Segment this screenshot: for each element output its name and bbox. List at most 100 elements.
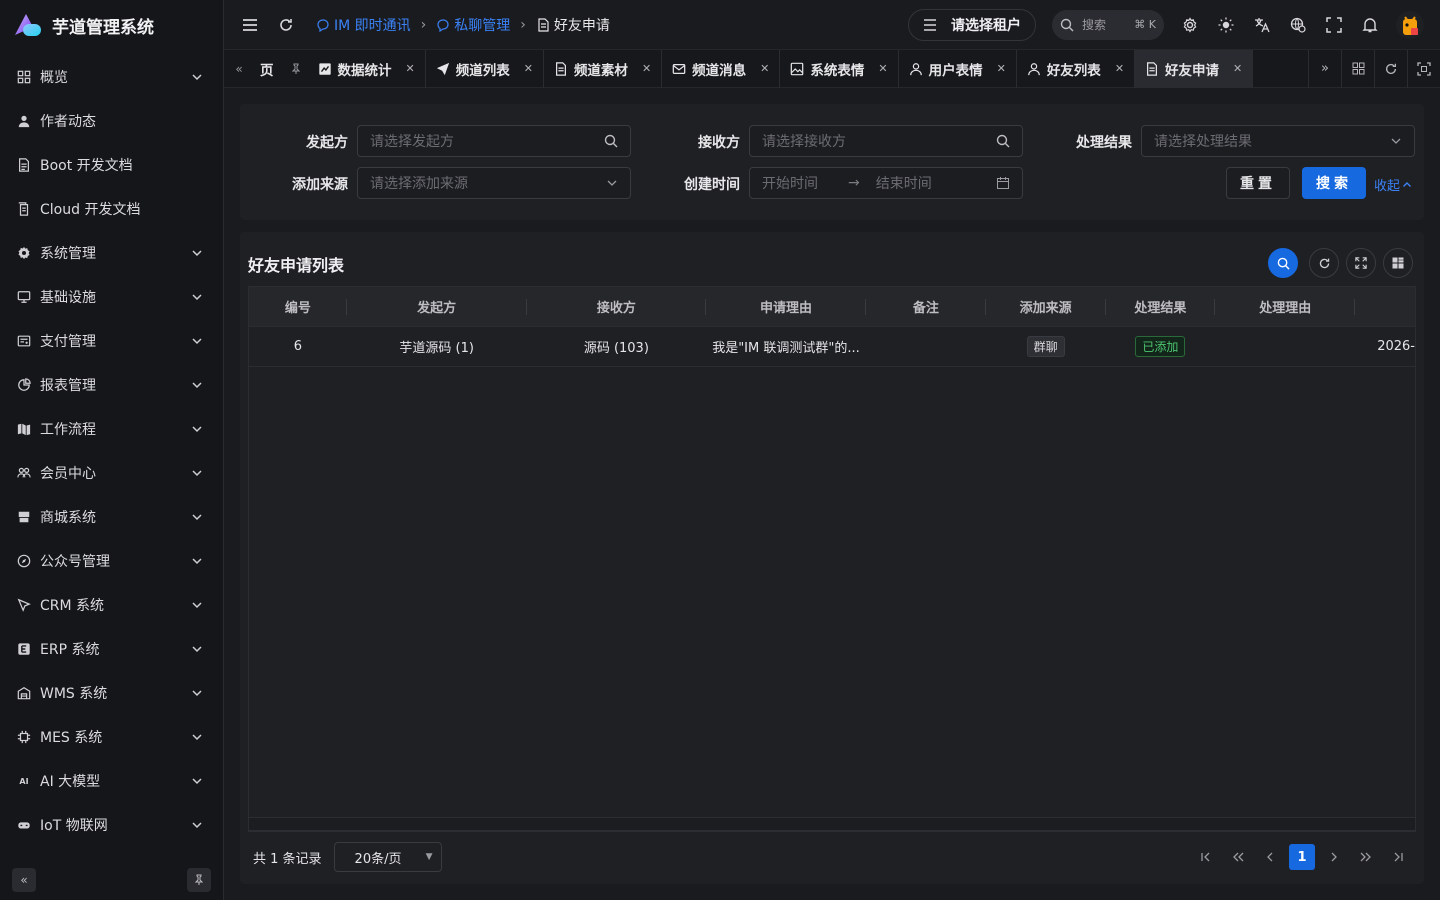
jump-forward-icon[interactable] [1350, 844, 1382, 870]
sidebar-item[interactable]: MES 系统 [0, 715, 223, 759]
close-icon[interactable]: ✕ [997, 62, 1006, 75]
start-time-placeholder[interactable]: 开始时间 [762, 173, 818, 193]
sidebar-item[interactable]: Cloud 开发文档 [0, 187, 223, 231]
settings-icon[interactable] [1180, 15, 1200, 35]
sidebar-item[interactable]: CRM 系统 [0, 583, 223, 627]
close-icon[interactable]: ✕ [406, 62, 415, 75]
column-settings-button[interactable] [1383, 248, 1413, 278]
global-search[interactable]: 搜索 ⌘ K [1052, 9, 1164, 40]
pagination: 1 [1190, 844, 1414, 870]
timezone-icon[interactable] [1288, 15, 1308, 35]
chevron-down-icon [191, 775, 203, 787]
tab-partial[interactable]: 页 [254, 50, 308, 88]
sidebar-item[interactable]: WMS 系统 [0, 671, 223, 715]
filter-panel: 发起方 请选择发起方 接收方 请选择接收方 处理结果 请选择处理结果 添加来源 … [240, 104, 1424, 220]
close-icon[interactable]: ✕ [524, 62, 533, 75]
pagination-summary: 共 1 条记录 20条/页 ▼ [253, 842, 442, 872]
mail-icon [672, 62, 686, 76]
theme-toggle-icon[interactable] [1216, 15, 1236, 35]
grid-icon[interactable] [1341, 49, 1374, 88]
search-label: 搜索 [1082, 18, 1107, 32]
chevron-up-icon [1403, 181, 1412, 187]
sidebar-item[interactable]: IoT 物联网 [0, 803, 223, 847]
sidebar-item[interactable]: 会员中心 [0, 451, 223, 495]
end-time-placeholder[interactable]: 结束时间 [876, 173, 932, 193]
result-select[interactable]: 请选择处理结果 [1141, 125, 1415, 157]
toggle-search-button[interactable] [1268, 248, 1298, 278]
first-page-icon[interactable] [1190, 844, 1222, 870]
sidebar-item[interactable]: ERP 系统 [0, 627, 223, 671]
monitor-icon [16, 289, 32, 305]
sidebar-item-label: 系统管理 [40, 246, 96, 262]
collapse-filters-link[interactable]: 收起 [1374, 175, 1412, 194]
table-cell-result: 已添加 [1106, 327, 1216, 367]
notification-bell-icon[interactable] [1360, 15, 1380, 35]
fullscreen-icon[interactable] [1324, 15, 1344, 35]
sidebar-item[interactable]: 商城系统 [0, 495, 223, 539]
horizontal-scrollbar[interactable] [248, 817, 1416, 831]
created-time-range[interactable]: 开始时间 → 结束时间 [749, 167, 1023, 199]
collapse-sidebar-button[interactable]: « [12, 868, 36, 892]
close-icon[interactable]: ✕ [878, 62, 887, 75]
receiver-select[interactable]: 请选择接收方 [749, 125, 1023, 157]
tabs-scroll-right-icon[interactable]: » [1308, 49, 1341, 88]
tab-item[interactable]: 好友列表 ✕ [1017, 49, 1136, 88]
sidebar-item[interactable]: Boot 开发文档 [0, 143, 223, 187]
previous-page-icon[interactable] [1254, 844, 1286, 870]
sidebar-item[interactable]: 概览 [0, 55, 223, 99]
search-button[interactable]: 搜索 [1302, 167, 1366, 199]
avatar-icon [1403, 15, 1418, 35]
tab-item[interactable]: 数据统计 ✕ [308, 49, 426, 88]
reset-button[interactable]: 重置 [1226, 167, 1290, 199]
sidebar-item[interactable]: 公众号管理 [0, 539, 223, 583]
page-size-select[interactable]: 20条/页 ▼ [333, 842, 442, 872]
breadcrumb-item-private-chat[interactable]: 私聊管理 [436, 15, 510, 35]
brand[interactable]: 芋道管理系统 [0, 0, 223, 50]
sidebar-item-label: AI 大模型 [40, 774, 101, 790]
maximize-content-icon[interactable] [1407, 49, 1440, 88]
sidebar-item[interactable]: 报表管理 [0, 363, 223, 407]
source-select[interactable]: 请选择添加来源 [357, 167, 631, 199]
translate-icon[interactable] [1252, 15, 1272, 35]
initiator-select[interactable]: 请选择发起方 [357, 125, 631, 157]
table-cell-remark [866, 327, 986, 367]
refresh-list-button[interactable] [1309, 248, 1339, 278]
user-icon [16, 113, 32, 129]
close-icon[interactable]: ✕ [1115, 62, 1124, 75]
close-icon[interactable]: ✕ [760, 62, 769, 75]
pin-sidebar-button[interactable] [187, 868, 211, 892]
search-icon [996, 134, 1010, 148]
sidebar-item-label: 会员中心 [40, 466, 96, 482]
last-page-icon[interactable] [1382, 844, 1414, 870]
close-icon[interactable]: ✕ [642, 62, 651, 75]
sidebar-item[interactable]: AI AI 大模型 [0, 759, 223, 803]
table-row[interactable]: 6 芋道源码 (1) 源码 (103) 我是"IM 联调测试群"的... 群聊 已添加 20… [249, 327, 1415, 367]
calendar-icon [996, 176, 1010, 190]
sidebar-item[interactable]: 系统管理 [0, 231, 223, 275]
app-title: 芋道管理系统 [52, 17, 154, 38]
sidebar-item[interactable]: 工作流程 [0, 407, 223, 451]
close-icon[interactable]: ✕ [1233, 62, 1242, 75]
breadcrumb-item-im[interactable]: IM 即时通讯 [316, 15, 411, 35]
tab-item[interactable]: 频道列表 ✕ [426, 49, 544, 88]
tab-item[interactable]: 好友申请 ✕ [1135, 49, 1254, 88]
sidebar-item[interactable]: 作者动态 [0, 99, 223, 143]
tabs-scroll-left-icon[interactable]: « [224, 62, 254, 76]
sidebar-item[interactable]: 支付管理 [0, 319, 223, 363]
chevron-down-icon [191, 291, 203, 303]
sidebar-item[interactable]: 基础设施 [0, 275, 223, 319]
menu-toggle-icon[interactable] [240, 15, 260, 35]
tab-item[interactable]: 频道消息 ✕ [662, 49, 781, 88]
tab-item[interactable]: 系统表情 ✕ [780, 49, 899, 88]
reload-tab-icon[interactable] [1374, 49, 1407, 88]
next-page-icon[interactable] [1318, 844, 1350, 870]
jump-back-icon[interactable] [1222, 844, 1254, 870]
refresh-icon[interactable] [276, 15, 296, 35]
tab-item[interactable]: 频道素材 ✕ [544, 49, 663, 88]
user-avatar[interactable] [1396, 10, 1424, 39]
tenant-select[interactable]: 请选择租户 [908, 8, 1036, 41]
tab-item[interactable]: 用户表情 ✕ [899, 49, 1017, 88]
fullscreen-table-button[interactable] [1346, 248, 1376, 278]
page-number-current[interactable]: 1 [1289, 844, 1315, 870]
sidebar-item-label: 商城系统 [40, 510, 96, 526]
